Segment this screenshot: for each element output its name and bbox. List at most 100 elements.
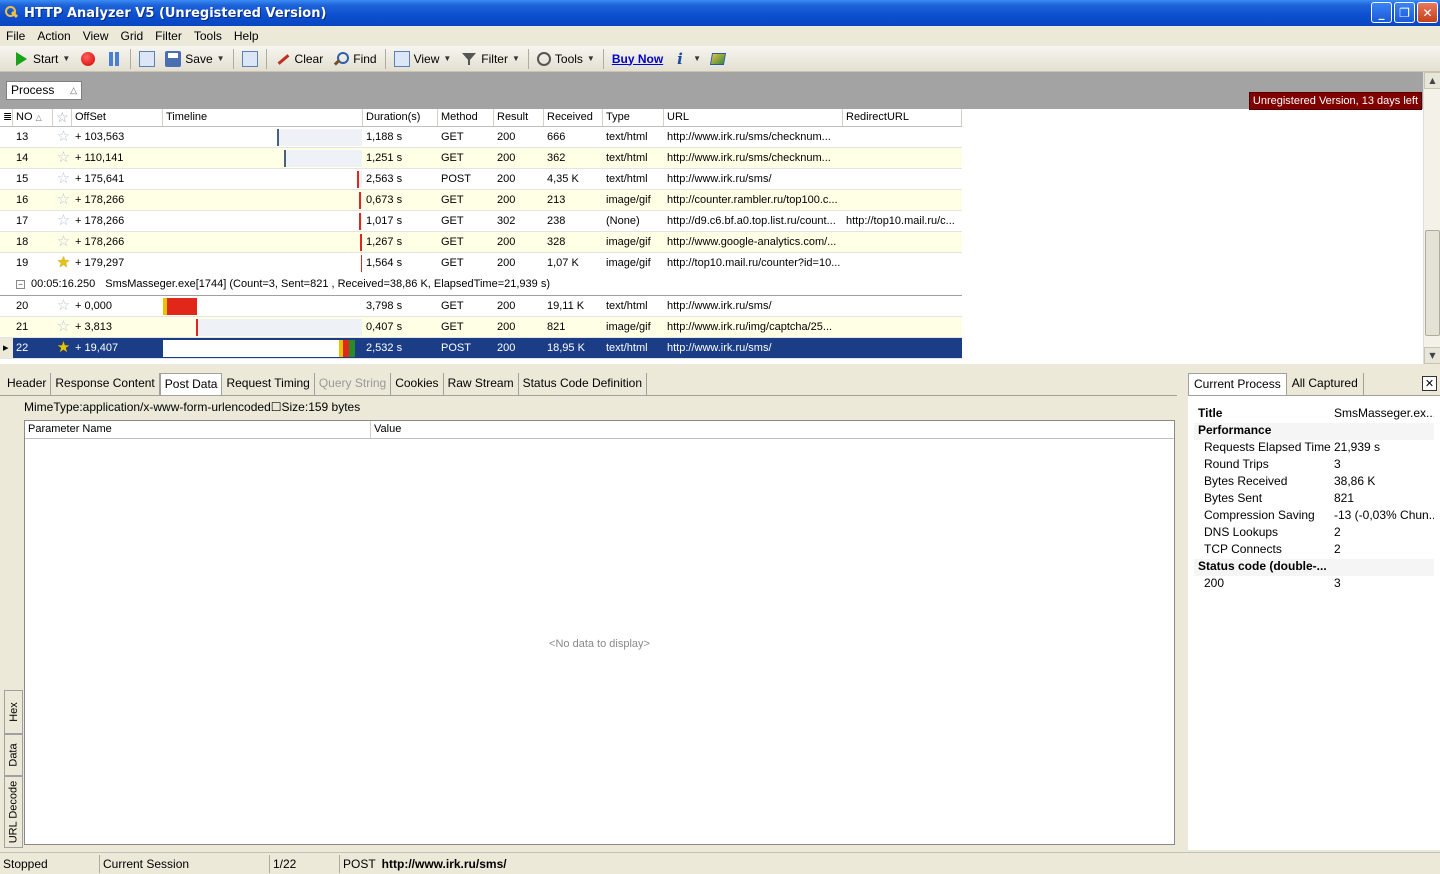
- pause-button[interactable]: [101, 48, 127, 70]
- col-value[interactable]: Value: [371, 421, 1174, 438]
- property-key: Compression Saving: [1204, 508, 1315, 522]
- star-icon[interactable]: ☆: [53, 211, 72, 231]
- property-row[interactable]: Bytes Sent 821: [1194, 491, 1434, 508]
- capture-settings-button[interactable]: [237, 48, 263, 70]
- property-row[interactable]: TCP Connects 2: [1194, 542, 1434, 559]
- menu-filter[interactable]: Filter: [149, 29, 188, 43]
- menu-view[interactable]: View: [77, 29, 115, 43]
- close-panel-icon[interactable]: ✕: [1422, 376, 1437, 391]
- tab-url-decode[interactable]: URL Decode: [4, 776, 23, 848]
- property-row[interactable]: Compression Saving -13 (-0,03% Chun...: [1194, 508, 1434, 525]
- help-book-button[interactable]: [706, 48, 730, 70]
- property-row[interactable]: Requests Elapsed Time 21,939 s: [1194, 440, 1434, 457]
- toolbar-separator: [232, 48, 234, 69]
- tab-hex[interactable]: Hex: [4, 690, 23, 734]
- property-row[interactable]: Status code (double-...: [1194, 559, 1434, 576]
- col-received[interactable]: Received: [544, 109, 603, 126]
- property-row[interactable]: Bytes Received 38,86 K: [1194, 474, 1434, 491]
- col-parameter-name[interactable]: Parameter Name: [25, 421, 371, 438]
- process-tabs: Current Process All Captured: [1188, 373, 1364, 395]
- table-row[interactable]: 16 ☆ + 178,266 0,673 s GET 200 213 image/gif htt…: [0, 190, 962, 211]
- property-row[interactable]: DNS Lookups 2: [1194, 525, 1434, 542]
- star-icon[interactable]: ☆: [53, 127, 72, 147]
- star-icon[interactable]: ☆: [53, 317, 72, 337]
- menu-tools[interactable]: Tools: [188, 29, 228, 43]
- horizontal-splitter[interactable]: [0, 364, 1440, 372]
- star-icon[interactable]: ☆: [53, 148, 72, 168]
- menu-grid[interactable]: Grid: [115, 29, 150, 43]
- star-icon[interactable]: ☆: [53, 169, 72, 189]
- tab-response-content[interactable]: Response Content: [51, 373, 160, 395]
- info-dropdown-icon[interactable]: ▼: [693, 54, 701, 63]
- star-icon[interactable]: ★: [53, 253, 72, 273]
- menu-file[interactable]: File: [0, 29, 31, 43]
- property-row[interactable]: 200 3: [1194, 576, 1434, 593]
- col-duration[interactable]: Duration(s): [363, 109, 438, 126]
- vertical-splitter[interactable]: [1177, 372, 1185, 852]
- buy-now-link[interactable]: Buy Now: [607, 48, 668, 70]
- grid-vertical-scrollbar[interactable]: ▲ ▼: [1423, 72, 1440, 364]
- process-group-row[interactable]: − 00:05:16.250 SmsMasseger.exe[1744] (Co…: [0, 273, 962, 296]
- tab-query-string[interactable]: Query String: [315, 373, 392, 395]
- table-row[interactable]: 17 ☆ + 178,266 1,017 s GET 302 238 (None) http:/…: [0, 211, 962, 232]
- star-icon[interactable]: ☆: [53, 232, 72, 252]
- col-star[interactable]: ☆: [53, 109, 72, 126]
- tab-cookies[interactable]: Cookies: [391, 373, 444, 395]
- start-button[interactable]: Start ▼: [8, 48, 75, 70]
- tab-status-code-definition[interactable]: Status Code Definition: [519, 373, 647, 395]
- scroll-thumb[interactable]: [1425, 230, 1440, 336]
- table-row[interactable]: 20 ☆ + 0,000 3,798 s GET 200 19,11 K text/html h…: [0, 296, 962, 317]
- column-chooser-icon[interactable]: ≣: [0, 109, 13, 126]
- col-method[interactable]: Method: [438, 109, 494, 126]
- property-row[interactable]: Round Trips 3: [1194, 457, 1434, 474]
- star-icon[interactable]: ☆: [53, 190, 72, 210]
- collapse-icon[interactable]: −: [16, 279, 25, 289]
- star-icon[interactable]: ☆: [53, 296, 72, 316]
- scroll-down-icon[interactable]: ▼: [1424, 347, 1440, 364]
- tab-raw-stream[interactable]: Raw Stream: [444, 373, 519, 395]
- open-button[interactable]: [134, 48, 160, 70]
- col-redirect-url[interactable]: RedirectURL: [843, 109, 962, 126]
- col-offset[interactable]: OffSet: [72, 109, 163, 126]
- menu-help[interactable]: Help: [228, 29, 265, 43]
- close-window-button[interactable]: ✕: [1417, 2, 1438, 23]
- tab-request-timing[interactable]: Request Timing: [222, 373, 315, 395]
- view-button[interactable]: View ▼: [389, 48, 457, 70]
- col-type[interactable]: Type: [603, 109, 664, 126]
- table-row[interactable]: ▸ 22 ★ + 19,407 2,532 s POST 200 18,95 K text/ht…: [0, 338, 962, 359]
- timeline-bar: [360, 234, 362, 251]
- tab-current-process[interactable]: Current Process: [1188, 373, 1287, 395]
- save-button[interactable]: Save ▼: [160, 48, 229, 70]
- record-button[interactable]: [75, 48, 101, 70]
- table-row[interactable]: 21 ☆ + 3,813 0,407 s GET 200 821 image/gif http:…: [0, 317, 962, 338]
- tab-post-data[interactable]: Post Data: [159, 373, 223, 396]
- table-row[interactable]: 18 ☆ + 178,266 1,267 s GET 200 328 image/gif htt…: [0, 232, 962, 253]
- cell-result: 200: [497, 342, 516, 354]
- restore-button[interactable]: ❐: [1394, 2, 1415, 23]
- table-row[interactable]: 13 ☆ + 103,563 1,188 s GET 200 666 text/html htt…: [0, 127, 962, 148]
- tab-header[interactable]: Header: [3, 373, 52, 395]
- star-icon[interactable]: ★: [53, 338, 72, 358]
- info-button[interactable]: ▼: [668, 48, 706, 70]
- table-row[interactable]: 19 ★ + 179,297 1,564 s GET 200 1,07 K image/gif…: [0, 253, 962, 274]
- save-dropdown-icon[interactable]: ▼: [217, 54, 225, 63]
- minimize-button[interactable]: _: [1371, 2, 1392, 23]
- property-row[interactable]: Performance: [1194, 423, 1434, 440]
- menu-action[interactable]: Action: [31, 29, 76, 43]
- col-url[interactable]: URL: [664, 109, 843, 126]
- tools-button[interactable]: Tools ▼: [532, 48, 600, 70]
- table-row[interactable]: 15 ☆ + 175,641 2,563 s POST 200 4,35 K text/htm…: [0, 169, 962, 190]
- property-row[interactable]: Title SmsMasseger.ex...: [1194, 406, 1434, 423]
- table-row[interactable]: 14 ☆ + 110,141 1,251 s GET 200 362 text/html htt…: [0, 148, 962, 169]
- tab-data[interactable]: Data: [4, 734, 23, 776]
- group-process-chip[interactable]: Process △: [6, 81, 82, 100]
- col-no[interactable]: NO △: [13, 109, 53, 126]
- col-timeline[interactable]: Timeline: [163, 109, 363, 126]
- clear-button[interactable]: Clear: [270, 48, 329, 70]
- tab-all-captured[interactable]: All Captured: [1287, 373, 1364, 395]
- start-dropdown-icon[interactable]: ▼: [62, 54, 70, 63]
- find-button[interactable]: Find: [328, 48, 381, 70]
- filter-button[interactable]: Filter ▼: [456, 48, 525, 70]
- col-result[interactable]: Result: [494, 109, 544, 126]
- scroll-up-icon[interactable]: ▲: [1424, 72, 1440, 89]
